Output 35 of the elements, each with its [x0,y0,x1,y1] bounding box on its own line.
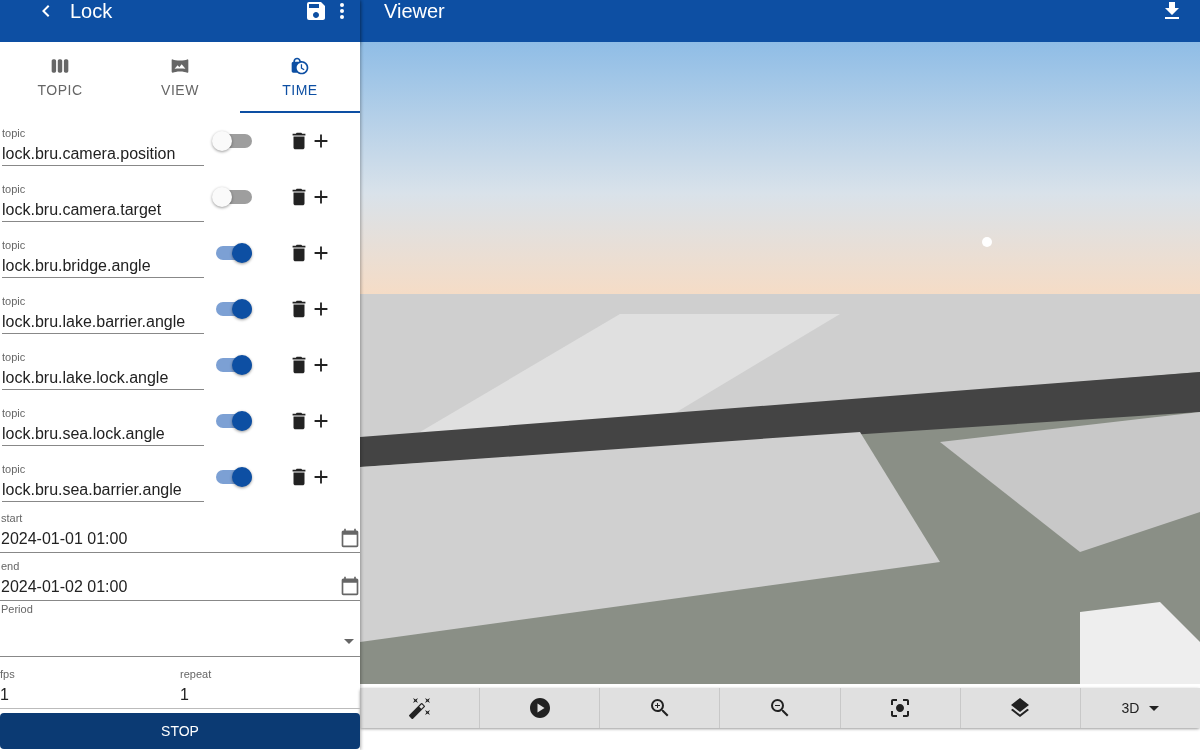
more-menu-button[interactable] [340,3,344,19]
toggle-switch[interactable] [216,358,252,372]
wand-button[interactable] [360,688,481,728]
panel-title: Lock [70,0,114,23]
topic-field[interactable]: topic lock.bru.sea.barrier.angle [2,452,204,502]
dropdown-caret-icon [344,639,354,644]
more-vertical-icon [340,3,344,19]
topic-field[interactable]: topic lock.bru.bridge.angle [2,228,204,278]
toggle-switch[interactable] [216,302,252,316]
play-button[interactable] [480,688,601,728]
fps-field[interactable]: fps 1 [0,657,180,709]
focus-button[interactable] [840,688,961,728]
date-field[interactable]: start 2024-01-01 01:00 [0,505,360,553]
date-field[interactable]: end 2024-01-02 01:00 [0,553,360,601]
toggle-switch[interactable] [216,246,252,260]
topic-field[interactable]: topic lock.bru.lake.lock.angle [2,340,204,390]
calendar-icon[interactable] [340,576,360,596]
view-mode-dropdown[interactable]: 3D [1080,688,1200,728]
viewer-title: Viewer [384,0,446,23]
topic-field[interactable]: topic lock.bru.camera.target [2,172,204,222]
topic-field[interactable]: topic lock.bru.lake.barrier.angle [2,284,204,334]
stop-button[interactable]: STOP [0,713,360,749]
tab[interactable]: TIME [240,42,360,113]
toggle-switch[interactable] [216,470,252,484]
toggle-switch[interactable] [216,414,252,428]
magic-wand-icon [407,696,432,720]
topic-field[interactable]: topic lock.bru.camera.position [2,116,204,166]
topic-field[interactable]: topic lock.bru.sea.lock.angle [2,396,204,446]
play-icon [527,696,552,720]
calendar-icon[interactable] [340,528,360,548]
layers-button[interactable] [960,688,1081,728]
save-icon [304,0,328,23]
caret-icon [1149,705,1160,711]
save-button[interactable] [304,0,328,23]
lock-clock-icon [290,55,310,76]
